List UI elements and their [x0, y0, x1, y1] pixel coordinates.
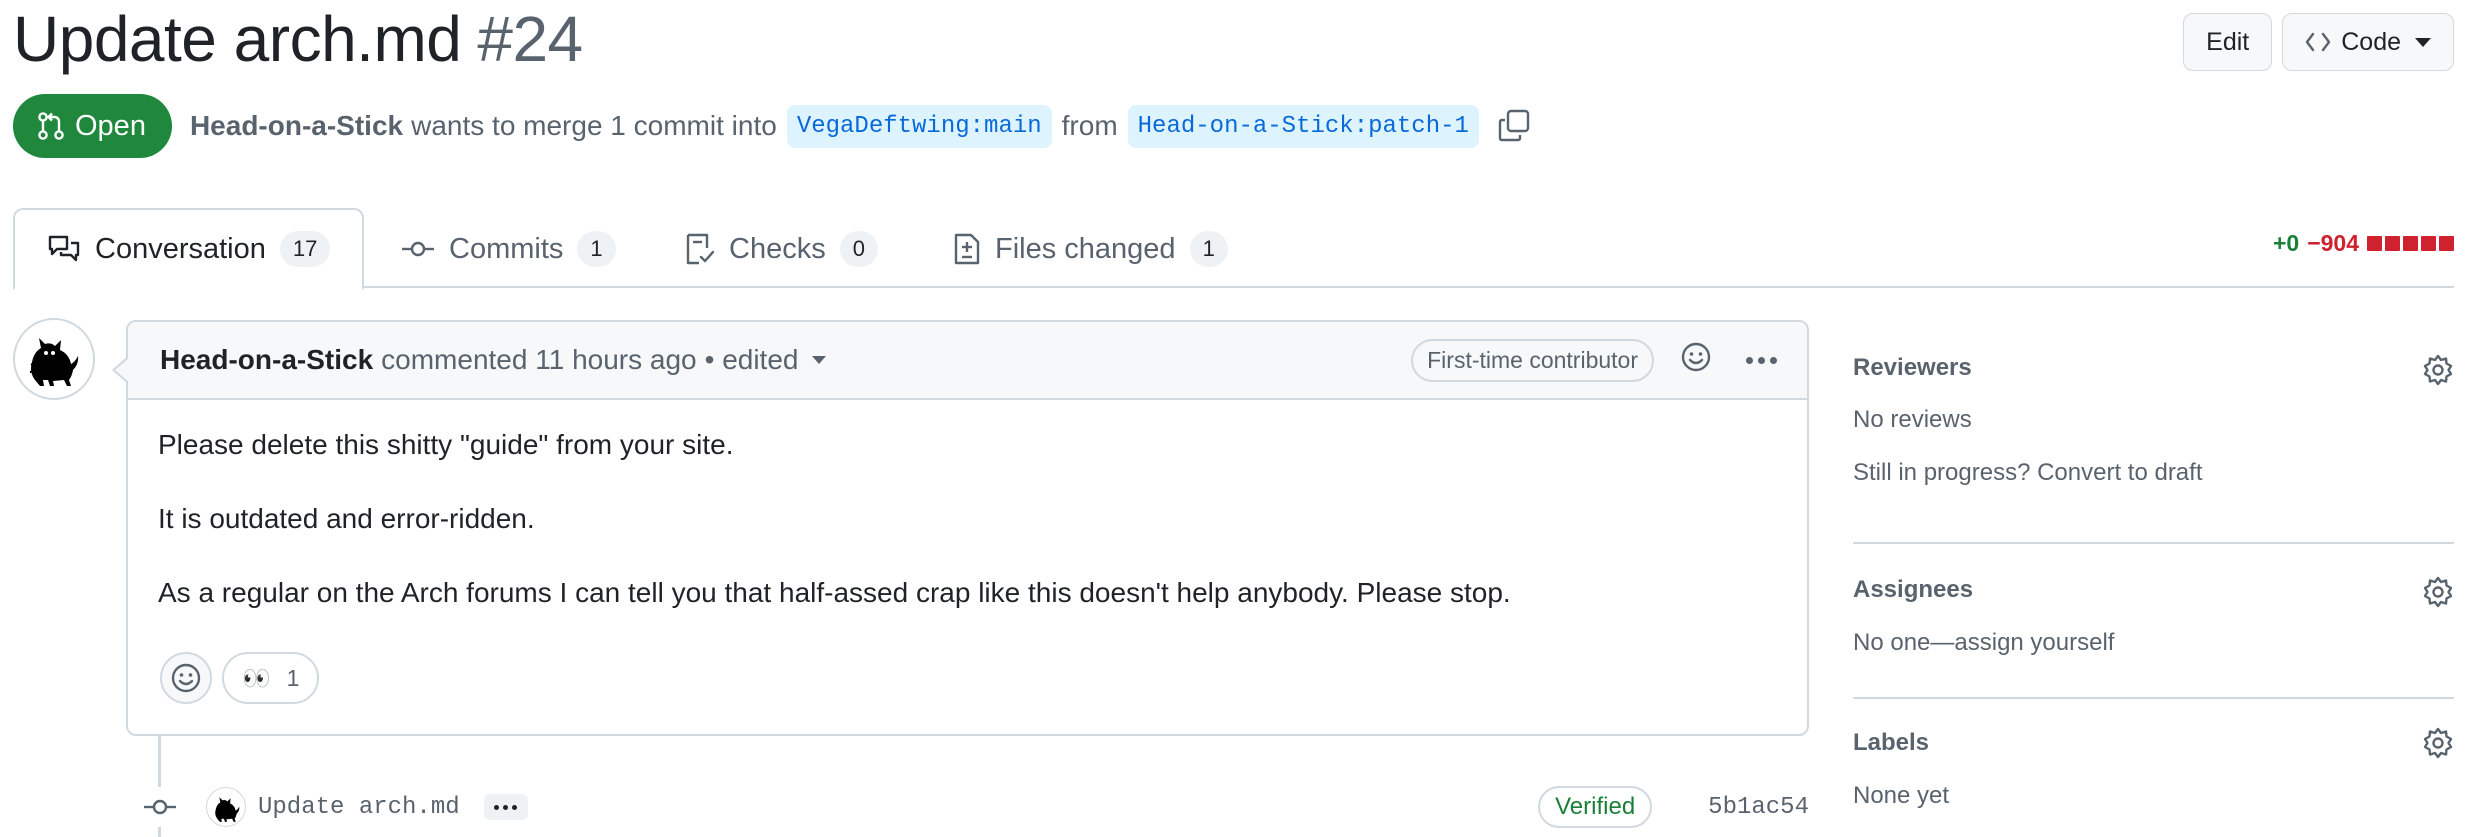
diffstat: +0 −904 [2273, 230, 2454, 257]
reviewers-title[interactable]: Reviewers [1853, 354, 1972, 382]
pr-tabs: Conversation 17 Commits 1 Checks 0 Files… [13, 208, 2454, 290]
comment-paragraph: As a regular on the Arch forums I can te… [158, 577, 1511, 608]
reactions-bar: 👀 1 [160, 652, 320, 704]
labels-value: None yet [1853, 782, 1950, 809]
base-branch[interactable]: VegaDeftwing:main [786, 104, 1052, 148]
tab-counter: 0 [839, 231, 878, 267]
pr-meta: Open Head-on-a-Stick wants to merge 1 co… [13, 94, 1531, 158]
commit-sha-link[interactable]: 5b1ac54 [1708, 794, 1809, 821]
tab-label: Commits [449, 232, 564, 265]
sidebar: Reviewers No reviews Still in progress? … [1853, 340, 2454, 837]
checklist-icon [686, 233, 715, 265]
timeline-commit: Update arch.md Verified 5b1ac54 [140, 783, 1809, 831]
labels-title[interactable]: Labels [1853, 729, 1929, 757]
pr-author-link[interactable]: Head-on-a-Stick [190, 110, 403, 142]
diffstat-deletions: −904 [2307, 230, 2359, 256]
tab-counter: 17 [279, 231, 331, 267]
pr-title: Update arch.md #24 [13, 2, 583, 76]
tab-conversation[interactable]: Conversation 17 [13, 208, 365, 290]
copy-icon[interactable] [1497, 109, 1531, 143]
commit-expand-button[interactable] [483, 794, 528, 820]
comment-paragraph: It is outdated and error-ridden. [158, 503, 535, 534]
tab-files-changed[interactable]: Files changed 1 [953, 208, 1228, 290]
first-time-contributor-badge: First-time contributor [1411, 338, 1654, 382]
assignees-title[interactable]: Assignees [1853, 576, 1973, 604]
edit-button[interactable]: Edit [2183, 13, 2273, 71]
verified-badge[interactable]: Verified [1538, 786, 1653, 828]
pr-state-badge: Open [13, 94, 172, 158]
code-button[interactable]: Code [2282, 13, 2454, 71]
gear-icon[interactable] [2422, 354, 2454, 391]
diffstat-additions: +0 [2272, 230, 2300, 256]
from-text: from [1061, 110, 1118, 141]
reaction-count: 1 [286, 664, 300, 691]
eyes-icon: 👀 [242, 664, 271, 691]
edited-dropdown[interactable]: • edited [705, 344, 827, 376]
sidebar-assignees: Assignees No one—assign yourself [1853, 544, 2454, 699]
code-button-label: Code [2341, 27, 2401, 56]
gear-icon[interactable] [2422, 727, 2454, 764]
chevron-down-icon [812, 356, 827, 364]
diffstat-blocks [2367, 236, 2454, 251]
gear-icon[interactable] [2422, 576, 2454, 613]
smiley-icon [171, 663, 201, 693]
comment-author[interactable]: Head-on-a-Stick [160, 344, 373, 376]
tab-commits[interactable]: Commits 1 [401, 208, 616, 290]
sidebar-labels: Labels None yet [1853, 699, 2454, 837]
tab-label: Files changed [995, 232, 1176, 265]
header-actions: Edit Code [2183, 13, 2454, 71]
pr-state-label: Open [75, 109, 146, 142]
comment-timestamp[interactable]: commented 11 hours ago [381, 344, 696, 376]
comment-box: Head-on-a-Stick commented 11 hours ago •… [112, 320, 1809, 736]
kebab-menu-icon[interactable] [1746, 356, 1777, 364]
tab-counter: 1 [577, 231, 616, 267]
convert-to-draft-link[interactable]: Still in progress? Convert to draft [1853, 459, 2203, 487]
file-diff-icon [954, 233, 980, 265]
pr-number: #24 [477, 3, 583, 75]
edited-label: • edited [704, 344, 799, 375]
reaction-eyes-button[interactable]: 👀 1 [222, 652, 320, 704]
pr-title-text: Update arch.md [13, 3, 462, 75]
assign-yourself-link[interactable]: No one—assign yourself [1853, 629, 2114, 657]
chevron-down-icon [2415, 37, 2431, 47]
add-reaction-button[interactable] [160, 652, 212, 704]
merge-text: wants to merge 1 commit into [411, 110, 777, 141]
code-icon [2306, 32, 2331, 52]
add-reaction-icon[interactable] [1680, 341, 1712, 380]
git-commit-icon [140, 787, 180, 827]
reviewers-value: No reviews [1853, 406, 1972, 433]
comment-header: Head-on-a-Stick commented 11 hours ago •… [128, 322, 1807, 400]
tab-counter: 1 [1189, 231, 1228, 267]
comment-body: Please delete this shitty "guide" from y… [128, 400, 1807, 612]
git-commit-icon [402, 241, 434, 257]
commit-author-avatar[interactable] [206, 787, 246, 827]
commit-message-link[interactable]: Update arch.md [258, 794, 460, 821]
sidebar-reviewers: Reviewers No reviews Still in progress? … [1853, 340, 2454, 544]
comment-paragraph: Please delete this shitty "guide" from y… [158, 429, 734, 460]
tab-label: Conversation [95, 232, 266, 265]
tab-checks[interactable]: Checks 0 [685, 208, 878, 290]
git-pull-request-icon [38, 112, 64, 140]
head-branch[interactable]: Head-on-a-Stick:patch-1 [1127, 104, 1479, 148]
black-cat-icon [215, 797, 240, 822]
avatar[interactable] [13, 318, 95, 400]
black-cat-icon [29, 338, 79, 386]
pr-title-row: Update arch.md #24 [13, 0, 583, 78]
comment-discussion-icon [48, 235, 80, 262]
tab-label: Checks [729, 232, 826, 265]
